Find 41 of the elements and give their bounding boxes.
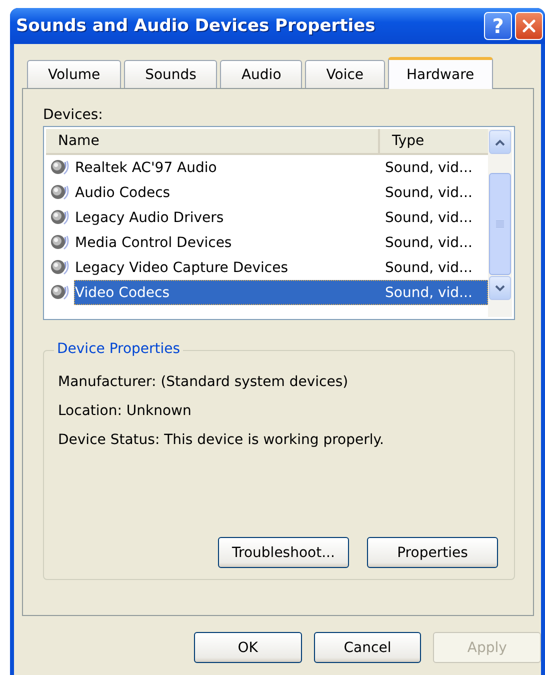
group-title: Device Properties bbox=[54, 341, 184, 357]
device-name: Audio Codecs bbox=[75, 184, 172, 200]
scroll-up-icon[interactable] bbox=[489, 130, 511, 154]
property-text: Location: Unknown bbox=[58, 402, 192, 421]
window-title: Sounds and Audio Devices Properties bbox=[16, 16, 376, 36]
close-icon bbox=[521, 18, 537, 34]
scrollbar[interactable] bbox=[488, 129, 512, 317]
list-row[interactable]: Media Control Devices Sound, vid... bbox=[74, 230, 488, 255]
push-button[interactable]: Troubleshoot... bbox=[218, 537, 349, 568]
device-name: Media Control Devices bbox=[75, 234, 233, 250]
device-type: Sound, vid... bbox=[385, 234, 472, 250]
list-row[interactable]: Audio Codecs Sound, vid... bbox=[74, 180, 488, 205]
push-button[interactable]: Properties bbox=[367, 537, 498, 568]
device-type: Sound, vid... bbox=[385, 284, 472, 300]
device-name: Legacy Audio Drivers bbox=[75, 210, 225, 226]
device-type: Sound, vid... bbox=[385, 210, 472, 226]
tab[interactable]: Volume bbox=[27, 60, 122, 88]
dialog-button[interactable]: OK bbox=[194, 632, 302, 663]
device-name: Realtek AC'97 Audio bbox=[75, 160, 218, 176]
list-row[interactable]: Legacy Audio Drivers Sound, vid... bbox=[74, 205, 488, 230]
scroll-thumb[interactable] bbox=[489, 173, 511, 275]
tab[interactable]: Voice bbox=[305, 60, 385, 88]
close-button[interactable] bbox=[515, 12, 543, 40]
device-type: Sound, vid... bbox=[385, 184, 472, 200]
device-type: Sound, vid... bbox=[385, 260, 472, 276]
property-text: Manufacturer: (Standard system devices) bbox=[58, 373, 350, 392]
device-type: Sound, vid... bbox=[385, 160, 472, 176]
property-text: Device Status: This device is working properly. bbox=[58, 431, 385, 450]
device-name: Legacy Video Capture Devices bbox=[75, 260, 290, 276]
tab[interactable]: Hardware bbox=[388, 57, 494, 89]
devices-label: Devices: bbox=[43, 107, 104, 123]
list-row[interactable]: Video Codecs Sound, vid... bbox=[74, 280, 488, 305]
dialog-button[interactable]: Cancel bbox=[314, 632, 422, 663]
list-row[interactable]: Realtek AC'97 Audio Sound, vid... bbox=[74, 155, 488, 180]
column-header[interactable]: Type bbox=[380, 129, 488, 153]
list-row[interactable]: Legacy Video Capture Devices Sound, vid... bbox=[74, 255, 488, 280]
scroll-down-icon[interactable] bbox=[489, 276, 511, 300]
column-header[interactable]: Name bbox=[46, 129, 380, 153]
tab[interactable]: Sounds bbox=[124, 60, 218, 88]
tab[interactable]: Audio bbox=[220, 60, 302, 88]
device-name: Video Codecs bbox=[75, 284, 171, 300]
